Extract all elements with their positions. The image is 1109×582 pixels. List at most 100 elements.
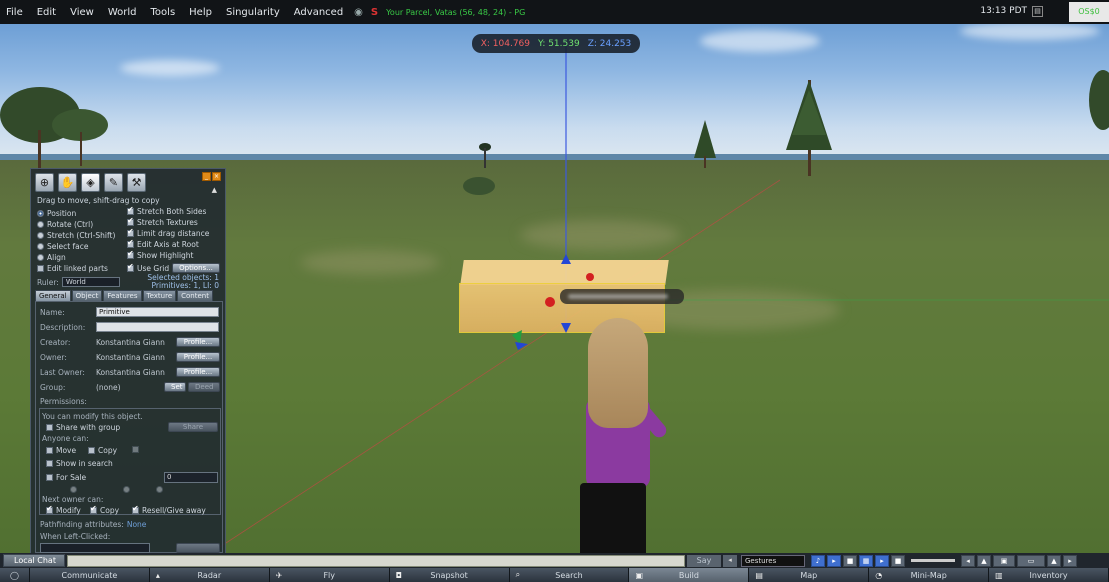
owner-value: Konstantina Giann bbox=[96, 353, 165, 362]
menu-file[interactable]: File bbox=[0, 7, 30, 18]
mode-align[interactable]: Align bbox=[37, 253, 66, 262]
stretch-both-sides-checkbox[interactable]: Stretch Both Sides bbox=[127, 205, 206, 216]
edit-axis-root-checkbox[interactable]: Edit Axis at Root bbox=[127, 238, 199, 249]
focus-tool-icon[interactable]: ⊕ bbox=[35, 173, 54, 192]
avatar[interactable] bbox=[568, 318, 688, 563]
show-highlight-checkbox[interactable]: Show Highlight bbox=[127, 249, 193, 260]
coord-z: Z: 24.253 bbox=[587, 38, 632, 49]
menu-help[interactable]: Help bbox=[182, 7, 219, 18]
next-owner-label: Next owner can: bbox=[42, 495, 104, 504]
local-chat-button[interactable]: Local Chat bbox=[3, 554, 65, 567]
next-resell-checkbox[interactable]: Resell/Give away bbox=[132, 504, 206, 515]
description-field[interactable] bbox=[96, 322, 219, 332]
ruler-label: Ruler: bbox=[37, 277, 59, 287]
minimize-icon[interactable]: _ bbox=[202, 172, 211, 181]
build-icon: ▣ bbox=[635, 570, 644, 580]
set-group-button[interactable]: Set bbox=[164, 382, 186, 392]
chat-type-arrow-icon[interactable]: ◂ bbox=[723, 554, 737, 567]
move-tool-icon[interactable]: ✋ bbox=[58, 173, 77, 192]
anyone-move-checkbox[interactable]: Move bbox=[46, 446, 76, 455]
toolbar-radar[interactable]: ▴ Radar bbox=[149, 568, 270, 582]
chat-input[interactable] bbox=[67, 554, 685, 567]
left-click-button[interactable] bbox=[176, 543, 220, 553]
balance[interactable]: OS$0 bbox=[1069, 2, 1109, 22]
left-click-select[interactable] bbox=[40, 543, 150, 553]
volume-slider[interactable] bbox=[911, 559, 955, 562]
toolbar-fly[interactable]: ✈ Fly bbox=[269, 568, 390, 582]
expand-icon[interactable]: ▲ bbox=[977, 554, 991, 567]
create-tool-icon[interactable]: ✎ bbox=[104, 173, 123, 192]
last-owner-profile-button[interactable]: Profile... bbox=[176, 367, 220, 377]
owner-profile-button[interactable]: Profile... bbox=[176, 352, 220, 362]
collapse-icon[interactable]: ▲ bbox=[212, 186, 217, 194]
share-button[interactable]: Share bbox=[168, 422, 218, 432]
gestures-select[interactable]: Gestures bbox=[741, 554, 805, 567]
toolbar-search[interactable]: ⌕ Search bbox=[509, 568, 630, 582]
use-grid-checkbox[interactable]: Use Grid Options... bbox=[127, 262, 220, 273]
toolbar-map[interactable]: ▤ Map bbox=[749, 568, 870, 582]
menu-options-icon[interactable]: ▤ bbox=[1032, 6, 1043, 17]
tab-content[interactable]: Content bbox=[177, 290, 213, 301]
next-copy-checkbox[interactable]: Copy bbox=[90, 504, 119, 515]
ruler-row: Ruler: World bbox=[37, 277, 120, 287]
toolbar-mini-map[interactable]: ◔ Mini-Map bbox=[869, 568, 990, 582]
stop-media-icon[interactable]: ■ bbox=[891, 554, 905, 567]
toolbar-build[interactable]: ▣ Build bbox=[629, 568, 750, 582]
tab-texture[interactable]: Texture bbox=[142, 290, 177, 301]
mode-stretch[interactable]: Stretch (Ctrl-Shift) bbox=[37, 231, 115, 240]
pathfinding-value: None bbox=[126, 520, 147, 529]
play-media-icon[interactable]: ▸ bbox=[875, 554, 889, 567]
sale-type-radios[interactable] bbox=[70, 486, 163, 493]
menu-edit[interactable]: Edit bbox=[30, 7, 63, 18]
music-icon[interactable]: ♪ bbox=[811, 554, 825, 567]
parcel-info[interactable]: Your Parcel, Vatas (56, 48, 24) - PG bbox=[386, 8, 525, 17]
stand-up-icon[interactable]: ▭ bbox=[1017, 554, 1045, 567]
movement-expand-icon[interactable]: ▲ bbox=[1047, 554, 1061, 567]
stop-music-icon[interactable]: ■ bbox=[843, 554, 857, 567]
voice-icon[interactable]: ◉ bbox=[354, 7, 363, 18]
anyone-copy-checkbox[interactable]: Copy bbox=[88, 446, 117, 455]
tab-features[interactable]: Features bbox=[103, 290, 142, 301]
menu-singularity[interactable]: Singularity bbox=[219, 7, 287, 18]
toolbar-communicate[interactable]: Communicate bbox=[30, 568, 150, 582]
ruler-select[interactable]: World bbox=[61, 277, 120, 287]
mode-rotate[interactable]: Rotate (Ctrl) bbox=[37, 220, 93, 229]
land-tool-icon[interactable]: ⚒ bbox=[127, 173, 146, 192]
for-sale-checkbox[interactable]: For Sale bbox=[46, 473, 86, 482]
toolbar-inventory[interactable]: ▥ Inventory bbox=[989, 568, 1109, 582]
anyone-extra-checkbox[interactable] bbox=[132, 446, 139, 453]
name-field[interactable]: Primitive bbox=[96, 307, 219, 317]
menu-view[interactable]: View bbox=[63, 7, 101, 18]
mode-select-face[interactable]: Select face bbox=[37, 242, 89, 251]
edit-tool-icon[interactable]: ◈ bbox=[81, 173, 100, 192]
tab-object[interactable]: Object bbox=[71, 290, 103, 301]
menu-advanced[interactable]: Advanced bbox=[287, 7, 350, 18]
tab-general[interactable]: General bbox=[35, 290, 71, 301]
chat-bubble-icon: ◯ bbox=[10, 570, 19, 580]
menu-world[interactable]: World bbox=[101, 7, 144, 18]
inventory-icon: ▥ bbox=[995, 570, 1003, 580]
movement-controls-icon[interactable]: ▸ bbox=[1063, 554, 1077, 567]
toolbar-snapshot[interactable]: ◘ Snapshot bbox=[389, 568, 510, 582]
menu-tools[interactable]: Tools bbox=[144, 7, 183, 18]
show-in-search-checkbox[interactable]: Show in search bbox=[46, 459, 113, 468]
edit-linked-checkbox[interactable]: Edit linked parts bbox=[37, 264, 108, 273]
share-with-group-checkbox[interactable]: Share with group bbox=[46, 423, 120, 432]
mode-position[interactable]: Position bbox=[37, 209, 76, 218]
toolbar-menu-button[interactable]: ◯ bbox=[0, 568, 30, 582]
mute-icon[interactable]: ◂ bbox=[961, 554, 975, 567]
stretch-textures-checkbox[interactable]: Stretch Textures bbox=[127, 216, 198, 227]
script-icon[interactable]: S bbox=[371, 7, 378, 18]
say-button[interactable]: Say bbox=[687, 554, 721, 567]
camera-controls-icon[interactable]: ▣ bbox=[993, 554, 1015, 567]
deed-button[interactable]: Deed bbox=[188, 382, 220, 392]
play-music-icon[interactable]: ▸ bbox=[827, 554, 841, 567]
sale-price-field[interactable]: 0 bbox=[164, 472, 218, 483]
build-hint: Drag to move, shift-drag to copy bbox=[37, 196, 160, 205]
close-icon[interactable]: × bbox=[212, 172, 221, 181]
creator-profile-button[interactable]: Profile... bbox=[176, 337, 220, 347]
next-modify-checkbox[interactable]: Modify bbox=[46, 504, 81, 515]
media-icon[interactable]: ▦ bbox=[859, 554, 873, 567]
options-button[interactable]: Options... bbox=[172, 263, 220, 273]
limit-drag-checkbox[interactable]: Limit drag distance bbox=[127, 227, 209, 238]
